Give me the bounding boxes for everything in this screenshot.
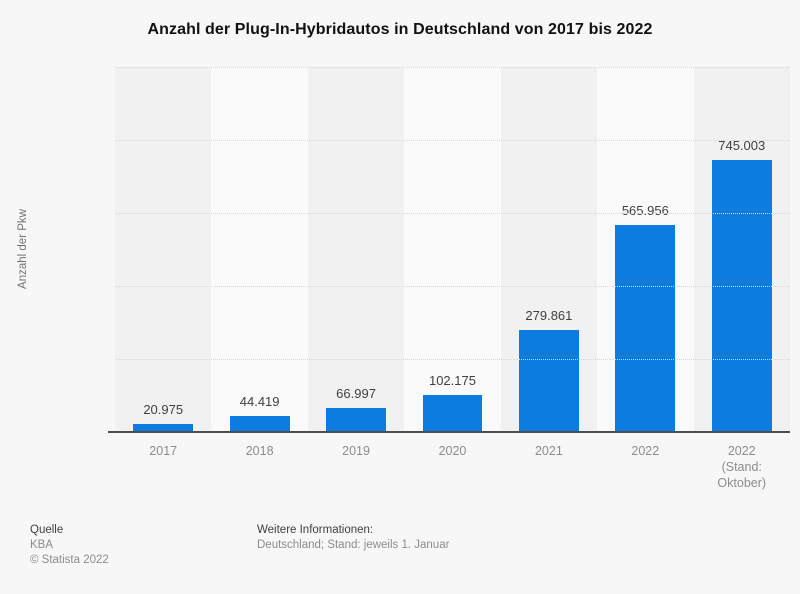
plot-area: 20.97544.41966.997102.175279.861565.9567…	[115, 67, 790, 432]
x-tick-label: 2017	[115, 443, 211, 491]
x-tick-label: 2021	[501, 443, 597, 491]
grid-line	[115, 286, 790, 287]
grid-line	[115, 67, 790, 68]
footer-copyright: © Statista 2022	[30, 553, 257, 568]
chart-title: Anzahl der Plug-In-Hybridautos in Deutsc…	[0, 21, 800, 39]
chart-canvas: Anzahl der Plug-In-Hybridautos in Deutsc…	[0, 0, 800, 594]
bar-column: 102.175	[404, 67, 500, 432]
footer-source: KBA	[30, 538, 257, 553]
x-axis-ticks: 2017201820192020202120222022 (Stand: Okt…	[115, 443, 790, 491]
x-tick-label: 2022	[597, 443, 693, 491]
x-axis-baseline	[108, 431, 790, 433]
bar-column: 565.956	[597, 67, 693, 432]
y-axis-title: Anzahl der Pkw	[17, 184, 29, 314]
footer: Quelle KBA © Statista 2022 Weitere Infor…	[30, 523, 770, 568]
footer-info-block: Weitere Informationen: Deutschland; Stan…	[257, 523, 770, 568]
x-tick-label: 2022 (Stand: Oktober)	[694, 443, 790, 491]
grid-line	[115, 213, 790, 214]
bar-column: 44.419	[211, 67, 307, 432]
bar	[519, 330, 579, 432]
bar-column: 279.861	[501, 67, 597, 432]
bar	[230, 416, 290, 432]
grid-line	[115, 359, 790, 360]
footer-source-label: Quelle	[30, 523, 257, 538]
x-tick-label: 2018	[211, 443, 307, 491]
bar	[326, 408, 386, 432]
footer-info: Deutschland; Stand: jeweils 1. Januar	[257, 538, 770, 553]
footer-info-label: Weitere Informationen:	[257, 523, 770, 538]
x-tick-label: 2019	[308, 443, 404, 491]
grid-line	[115, 140, 790, 141]
bar-column: 20.975	[115, 67, 211, 432]
bar-column: 745.003	[694, 67, 790, 432]
bar	[712, 160, 772, 432]
x-tick-label: 2020	[404, 443, 500, 491]
bar	[615, 225, 675, 432]
bar	[423, 395, 483, 432]
column-bands: 20.97544.41966.997102.175279.861565.9567…	[115, 67, 790, 432]
footer-source-block: Quelle KBA © Statista 2022	[30, 523, 257, 568]
